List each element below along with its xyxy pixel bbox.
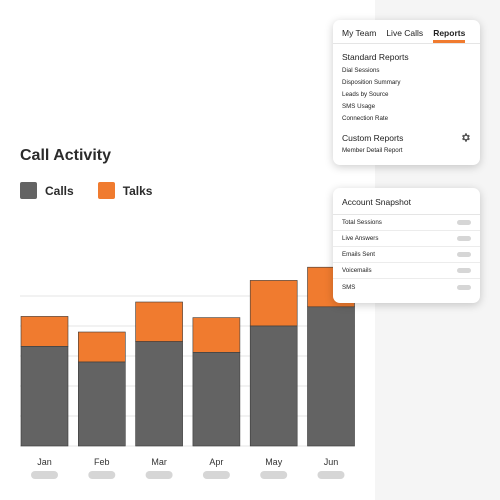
bar-calls-mar (135, 341, 183, 447)
value-placeholder (457, 284, 471, 290)
chart-title: Call Activity (20, 147, 111, 164)
x-tick-label: Jun (324, 457, 339, 467)
bar-talks-apr (192, 317, 241, 353)
value-placeholder (457, 268, 471, 273)
standard-reports-heading: Standard Reports (342, 52, 409, 62)
x-tick-label: May (265, 457, 283, 467)
tick-placeholder-pill (317, 471, 345, 479)
tab-my-team[interactable]: My Team (342, 28, 376, 43)
tick-placeholder-pill (31, 471, 58, 479)
snapshot-row-emails-sent: Emails Sent (333, 247, 480, 263)
report-link-disposition-summary[interactable]: Disposition Summary (333, 77, 480, 89)
bar-talks-jan (20, 316, 69, 347)
value-placeholder (457, 220, 471, 225)
bar-calls-apr (192, 352, 241, 447)
x-tick-label: Feb (94, 457, 110, 467)
snapshot-label: Voicemails (342, 267, 372, 274)
call-activity-chart: Jan Feb Mar Apr May Jun (20, 266, 355, 479)
chart-panel: Jan Feb Mar Apr May Jun Call Activity Calls T… (0, 0, 375, 500)
snapshot-row-live-answers: Live Answers (333, 231, 480, 247)
bar-talks-mar (135, 301, 183, 342)
legend-item-calls[interactable]: Calls (20, 182, 74, 199)
bar-calls-feb (78, 361, 126, 447)
legend-label-calls: Calls (45, 183, 74, 198)
legend-swatch-talks (97, 182, 115, 199)
legend-label-talks: Talks (122, 183, 153, 198)
value-placeholder (457, 252, 471, 257)
custom-reports-header: Custom Reports (333, 125, 480, 145)
value-placeholder (457, 236, 471, 241)
bar-talks-may (249, 280, 298, 327)
x-tick-label: Apr (209, 457, 223, 467)
snapshot-row-total-sessions: Total Sessions (333, 215, 480, 231)
x-tick-label: Jan (37, 457, 52, 467)
chart-legend: Calls Talks (20, 182, 176, 199)
tick-placeholder-pill (88, 471, 116, 479)
snapshot-label: Live Answers (342, 235, 379, 242)
snapshot-row-sms: SMS (333, 279, 480, 295)
bar-calls-may (249, 325, 298, 447)
legend-swatch-calls (20, 182, 37, 199)
tick-placeholder-pill (145, 471, 173, 479)
bar-talks-feb (78, 331, 126, 363)
snapshot-label: SMS (342, 283, 356, 291)
snapshot-title: Account Snapshot (333, 188, 480, 215)
report-link-sms-usage[interactable]: SMS Usage (333, 101, 480, 113)
report-link-connection-rate[interactable]: Connection Rate (333, 113, 480, 125)
report-link-dial-sessions[interactable]: Dial Sessions (333, 65, 480, 77)
bar-calls-jun (307, 306, 355, 447)
report-link-leads-by-source[interactable]: Leads by Source (333, 89, 480, 101)
snapshot-row-voicemails: Voicemails (333, 263, 480, 279)
tab-reports[interactable]: Reports (433, 28, 466, 43)
snapshot-label: Total Sessions (342, 219, 382, 226)
custom-reports-heading: Custom Reports (342, 132, 404, 143)
report-link-member-detail[interactable]: Member Detail Report (333, 145, 480, 157)
account-snapshot-card: Account Snapshot Total Sessions Live Ans… (333, 188, 480, 303)
legend-item-talks[interactable]: Talks (97, 182, 153, 199)
x-tick-label: Mar (151, 457, 167, 467)
snapshot-label: Emails Sent (342, 251, 376, 258)
tick-placeholder-pill (260, 471, 288, 479)
gear-icon[interactable] (460, 132, 471, 143)
tab-live-calls[interactable]: Live Calls (386, 28, 423, 43)
reports-menu-card: My Team Live Calls Reports Standard Repo… (333, 20, 480, 165)
bar-calls-jan (20, 346, 69, 447)
tick-placeholder-pill (202, 471, 230, 479)
report-tabs: My Team Live Calls Reports (333, 20, 480, 44)
